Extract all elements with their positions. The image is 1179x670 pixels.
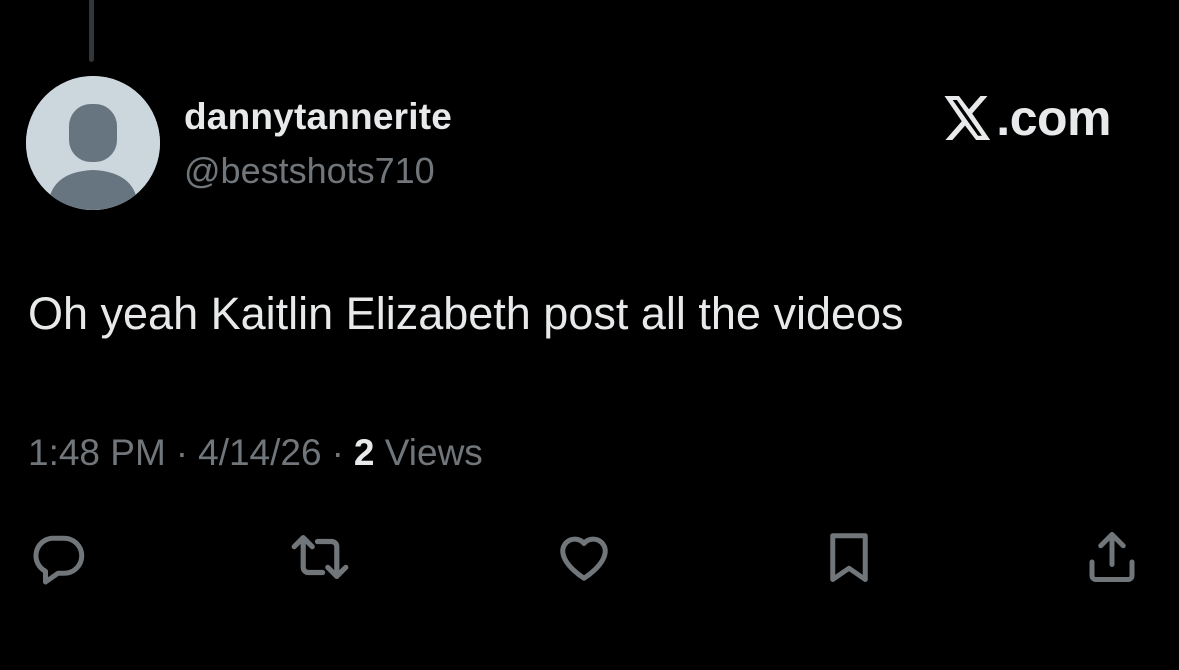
repost-icon (291, 535, 349, 579)
brand-domain-text: .com (996, 90, 1111, 146)
like-button[interactable] (552, 525, 616, 589)
tweet-date[interactable]: 4/14/26 (198, 432, 321, 473)
views-label: Views (384, 432, 483, 473)
reply-button[interactable] (26, 525, 90, 589)
tweet-text: Oh yeah Kaitlin Elizabeth post all the v… (28, 288, 904, 339)
share-icon (1089, 532, 1135, 582)
reply-icon (33, 535, 85, 585)
tweet-meta: 1:48 PM · 4/14/26 · 2 Views (28, 432, 483, 474)
x-logo-icon (944, 96, 991, 140)
repost-button[interactable] (288, 525, 352, 589)
user-handle[interactable]: @bestshots710 (184, 150, 435, 192)
default-avatar-icon (26, 76, 160, 210)
bookmark-button[interactable] (817, 525, 881, 589)
thread-connector-line (89, 0, 94, 62)
display-name[interactable]: dannytannerite (184, 96, 452, 138)
tweet-time[interactable]: 1:48 PM (28, 432, 166, 473)
heart-icon (560, 536, 608, 581)
tweet-action-bar (0, 525, 1179, 589)
share-button[interactable] (1080, 525, 1144, 589)
meta-separator: · (331, 432, 344, 473)
views-count[interactable]: 2 (354, 432, 375, 473)
meta-separator: · (175, 432, 189, 473)
brand-logo: .com (944, 90, 1111, 146)
bookmark-icon (830, 533, 868, 582)
avatar[interactable] (26, 76, 160, 210)
